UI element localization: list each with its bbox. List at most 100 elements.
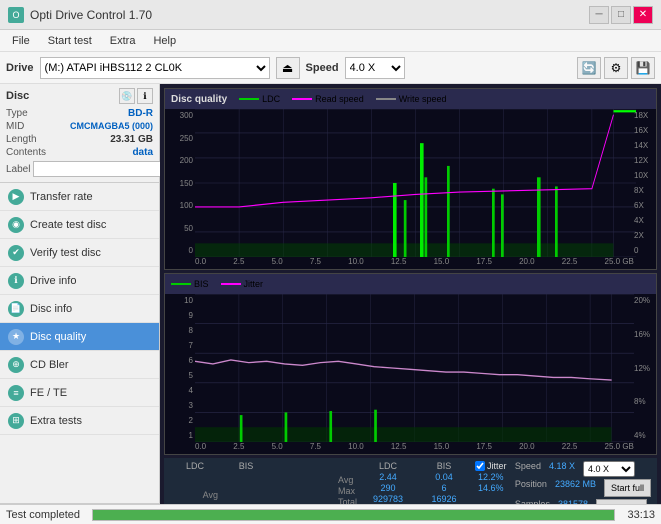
nav-icon-disc-info: 📄: [8, 301, 24, 317]
y-b-6: 6: [165, 356, 195, 365]
y-label-150: 150: [165, 179, 195, 188]
ldc-color-swatch: [239, 98, 259, 100]
nav-icon-fe-te: ≡: [8, 385, 24, 401]
nav-label-transfer-rate: Transfer rate: [30, 191, 93, 203]
x-125: 12.5: [391, 257, 407, 269]
speed-row: Speed 4.18 X 4.0 X: [515, 461, 651, 477]
y-label-200: 200: [165, 156, 195, 165]
nav-item-disc-info[interactable]: 📄Disc info: [0, 295, 159, 323]
nav-item-fe-te[interactable]: ≡FE / TE: [0, 379, 159, 407]
minimize-button[interactable]: ─: [589, 6, 609, 24]
bis-col-header: BIS: [221, 461, 271, 489]
eject-button[interactable]: ⏏: [276, 57, 300, 79]
y-b-7: 7: [165, 341, 195, 350]
progress-bar-container: [92, 509, 615, 521]
y-b-1: 1: [165, 431, 195, 440]
menu-help[interactable]: Help: [145, 33, 184, 49]
xb-150: 15.0: [434, 442, 450, 454]
nav-item-disc-quality[interactable]: ★Disc quality: [0, 323, 159, 351]
bis-avg-value: 0.04: [419, 472, 469, 482]
x-150: 15.0: [434, 257, 450, 269]
stats-empty: [338, 461, 357, 474]
disc-section: Disc 💿 ℹ Type BD-R MID CMCMAGBA5 (000) L…: [0, 84, 159, 183]
menu-file[interactable]: File: [4, 33, 38, 49]
disc-label-row: Label ✏: [6, 160, 153, 178]
speed-stat-label: Speed: [515, 461, 541, 477]
disc-icons: 💿 ℹ: [119, 88, 153, 104]
y-axis-right-top: 18X 16X 14X 12X 10X 8X 6X 4X 2X 0: [634, 109, 656, 257]
disc-header: Disc 💿 ℹ: [6, 88, 153, 104]
disc-icon2[interactable]: ℹ: [137, 88, 153, 104]
nav-label-disc-quality: Disc quality: [30, 331, 86, 343]
app-title: Opti Drive Control 1.70: [30, 8, 152, 22]
bottom-chart-svg: [195, 294, 634, 442]
disc-icon1[interactable]: 💿: [119, 88, 135, 104]
avg-label: Avg: [338, 475, 357, 485]
ldc-header: LDC: [363, 461, 413, 471]
nav-label-cd-bler: CD Bler: [30, 359, 69, 371]
titlebar-buttons: ─ □ ✕: [589, 6, 653, 24]
y-b-10: 10: [165, 296, 195, 305]
nav-icon-transfer-rate: ▶: [8, 189, 24, 205]
bottom-chart-header: BIS Jitter: [165, 274, 656, 294]
refresh-button[interactable]: 🔄: [577, 57, 601, 79]
y-label-50: 50: [165, 224, 195, 233]
y-rb-4: 4%: [634, 431, 656, 440]
position-row: Position 23862 MB Start full: [515, 479, 651, 497]
jitter-avg-value: 12.2%: [475, 472, 507, 482]
nav-icon-verify-test-disc: ✔: [8, 245, 24, 261]
nav-item-cd-bler[interactable]: ⊕CD Bler: [0, 351, 159, 379]
speed-stat-select[interactable]: 4.0 X: [583, 461, 635, 477]
y-label-0: 0: [165, 246, 195, 255]
settings-button[interactable]: ⚙: [604, 57, 628, 79]
nav-item-transfer-rate[interactable]: ▶ Transfer rate: [0, 183, 159, 211]
disc-contents-value: data: [132, 147, 153, 158]
read-speed-color-swatch: [292, 98, 312, 100]
ldc-max-value: 290: [363, 483, 413, 493]
toolbar-right-buttons: 🔄 ⚙ 💾: [577, 57, 655, 79]
jitter-checkbox[interactable]: [475, 461, 485, 471]
nav-item-verify-test-disc[interactable]: ✔Verify test disc: [0, 239, 159, 267]
bis-max-value: 6: [419, 483, 469, 493]
nav-item-drive-info[interactable]: ℹDrive info: [0, 267, 159, 295]
y-b-4: 4: [165, 386, 195, 395]
xb-25: 2.5: [233, 442, 244, 454]
x-100: 10.0: [348, 257, 364, 269]
ldc-total-value: 929783: [363, 494, 413, 504]
start-full-button[interactable]: Start full: [604, 479, 651, 497]
x-0: 0.0: [195, 257, 206, 269]
nav-label-create-test-disc: Create test disc: [30, 219, 106, 231]
maximize-button[interactable]: □: [611, 6, 631, 24]
speed-select[interactable]: 4.0 X: [345, 57, 405, 79]
menu-start-test[interactable]: Start test: [40, 33, 100, 49]
menu-extra[interactable]: Extra: [102, 33, 144, 49]
x-axis-top: 0.0 2.5 5.0 7.5 10.0 12.5 15.0 17.5 20.0…: [195, 257, 634, 269]
y-axis-left-top: 300 250 200 150 100 50 0: [165, 109, 195, 257]
jitter-col-header: [272, 461, 332, 489]
nav-item-extra-tests[interactable]: ⊞Extra tests: [0, 407, 159, 435]
close-button[interactable]: ✕: [633, 6, 653, 24]
y-rb-20: 20%: [634, 296, 656, 305]
nav-item-create-test-disc[interactable]: ◉Create test disc: [0, 211, 159, 239]
disc-type-value: BD-R: [128, 108, 153, 119]
max-label: Max: [338, 486, 357, 496]
disc-mid-row: MID CMCMAGBA5 (000): [6, 121, 153, 132]
y-axis-left-bottom: 10 9 8 7 6 5 4 3 2 1: [165, 294, 195, 442]
save-button[interactable]: 💾: [631, 57, 655, 79]
legend-ldc: LDC: [239, 94, 280, 104]
speed-label: Speed: [306, 62, 339, 74]
right-panel: Disc quality LDC Read speed Write speed: [160, 84, 661, 524]
drive-select[interactable]: (M:) ATAPI iHBS112 2 CL0K: [40, 57, 270, 79]
xb-75: 7.5: [310, 442, 321, 454]
y-r-0x: 0: [634, 246, 656, 255]
disc-label-input[interactable]: [33, 161, 171, 177]
disc-length-row: Length 23.31 GB: [6, 134, 153, 145]
menubar: File Start test Extra Help: [0, 30, 661, 52]
disc-mid-value: CMCMAGBA5 (000): [70, 121, 153, 132]
disc-contents-label: Contents: [6, 147, 46, 158]
nav-label-extra-tests: Extra tests: [30, 415, 82, 427]
disc-label-label: Label: [6, 164, 30, 175]
y-rb-12: 12%: [634, 364, 656, 373]
y-label-100: 100: [165, 201, 195, 210]
status-text: Test completed: [6, 509, 80, 521]
